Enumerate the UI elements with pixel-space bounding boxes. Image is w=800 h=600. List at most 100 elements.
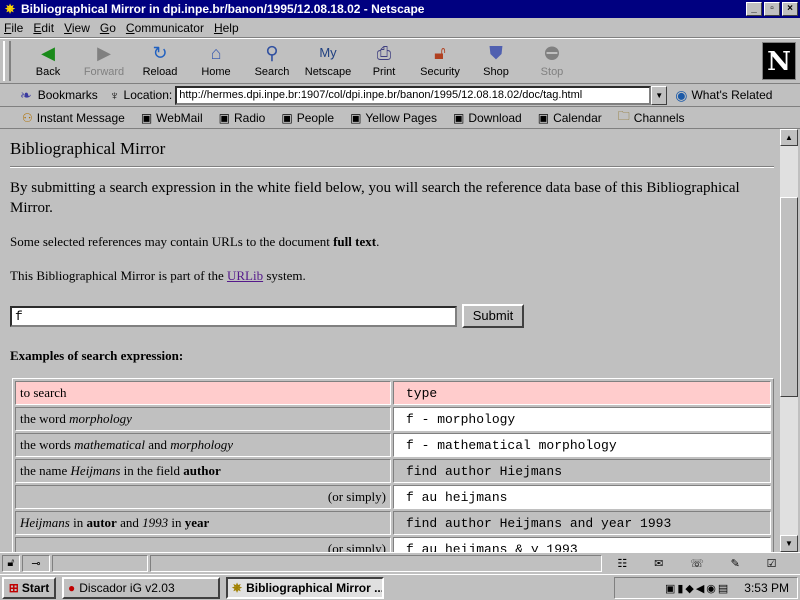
menu-go[interactable]: Go	[100, 21, 116, 35]
example-expression: f - mathematical morphology	[393, 433, 771, 457]
desc-italic: morphology	[69, 411, 132, 426]
netscape-app-icon[interactable]: ✵	[2, 2, 18, 16]
radio-link[interactable]: ▣ Radio	[219, 111, 266, 125]
security-status-icon[interactable]: 🔓︎	[2, 554, 20, 572]
forward-button[interactable]: ▶ Forward	[76, 39, 132, 83]
personal-toolbar: ⚇ Instant Message ▣ WebMail ▣ Radio ▣ People…	[0, 107, 800, 129]
intro-paragraph: By submitting a search expression in the…	[10, 180, 740, 216]
navigator-icon[interactable]: ☷	[617, 557, 627, 570]
connection-status-icon: ⊸	[22, 554, 50, 572]
instant-message-label: Instant Message	[36, 110, 125, 125]
security-button[interactable]: 🔓︎ Security	[412, 39, 468, 83]
ig-icon: ●	[68, 580, 76, 595]
back-arrow-icon: ◀	[41, 43, 55, 63]
bookmark-page-icon: ▣	[140, 110, 153, 125]
webmail-label: WebMail	[156, 110, 203, 125]
calendar-link[interactable]: ▣ Calendar	[538, 111, 602, 125]
download-label: Download	[468, 110, 522, 125]
shopping-bag-icon: ⛊	[489, 43, 503, 63]
urlib-note: This Bibliographical Mirror is part of t…	[10, 268, 306, 284]
maximize-button[interactable]: ▫	[764, 2, 780, 16]
whats-related-label: What's Related	[691, 88, 773, 102]
desc-text: the name	[20, 463, 71, 478]
location-toolbar: ❧ Bookmarks ♆ Location: http://hermes.dp…	[0, 84, 800, 107]
menu-bar: File Edit View Go Communicator Help	[0, 18, 800, 38]
tasks-icon[interactable]: ☑	[767, 557, 777, 570]
menu-communicator[interactable]: Communicator	[126, 21, 204, 35]
desc-bold: author	[183, 463, 221, 478]
example-description: (or simply)	[15, 485, 391, 509]
people-label: People	[296, 110, 335, 125]
discussion-icon[interactable]: ☏	[690, 557, 704, 570]
url-history-dropdown[interactable]: ▼	[651, 85, 668, 105]
task-netscape[interactable]: ✵ Bibliographical Mirror ...	[226, 576, 384, 599]
windows-logo-icon: ⊞	[8, 580, 19, 595]
close-button[interactable]: ×	[782, 2, 798, 16]
menu-file[interactable]: File	[4, 21, 23, 35]
netscape-button[interactable]: My Netscape	[300, 39, 356, 83]
shop-button[interactable]: ⛊ Shop	[468, 39, 524, 83]
urlib-note-suffix: system.	[263, 268, 306, 283]
example-description: (or simply)	[15, 537, 391, 552]
bookmarks-label: Bookmarks	[37, 88, 98, 102]
netscape-logo[interactable]: N	[762, 42, 796, 80]
title-bar[interactable]: ✵ Bibliographical Mirror in dpi.inpe.br/…	[0, 0, 800, 18]
whats-related-button[interactable]: ◉ What's Related	[675, 87, 772, 104]
shop-label: Shop	[483, 66, 509, 78]
stop-button[interactable]: ⛔︎ Stop	[524, 39, 580, 83]
scroll-up-button[interactable]: ▲	[780, 129, 798, 146]
task-discador-label: Discador iG v2.03	[79, 580, 175, 595]
print-button[interactable]: ⎙ Print	[356, 39, 412, 83]
desc-italic: 1993	[142, 515, 169, 530]
back-label: Back	[35, 66, 61, 78]
search-expression-input[interactable]: f	[10, 306, 457, 327]
printer-icon: ⎙	[376, 43, 392, 63]
page-proxy-icon[interactable]: ♆	[110, 88, 120, 103]
security-label: Security	[420, 66, 460, 78]
bookmarks-button[interactable]: ❧ Bookmarks	[20, 87, 98, 104]
toolbar-grip[interactable]	[3, 41, 11, 81]
submit-button[interactable]: Submit	[462, 304, 524, 328]
scroll-down-button[interactable]: ▼	[780, 535, 798, 552]
channels-link[interactable]: 🗀︎ Channels	[618, 107, 685, 128]
scroll-thumb[interactable]	[780, 197, 798, 397]
url-field[interactable]: http://hermes.dpi.inpe.br:1907/col/dpi.i…	[175, 85, 652, 105]
vertical-scrollbar[interactable]: ▲ ▼	[780, 129, 798, 552]
instant-message-link[interactable]: ⚇ Instant Message	[22, 111, 125, 125]
yellow-pages-link[interactable]: ▣ Yellow Pages	[350, 111, 437, 125]
desc-italic: mathematical	[74, 437, 145, 452]
home-button[interactable]: ⌂ Home	[188, 39, 244, 83]
menu-view[interactable]: View	[64, 21, 90, 35]
example-description: the word morphology	[15, 407, 391, 431]
webmail-link[interactable]: ▣ WebMail	[141, 111, 203, 125]
mail-icon[interactable]: ✉	[654, 557, 663, 570]
full-text-note-suffix: .	[376, 234, 380, 249]
composer-icon[interactable]: ✎	[731, 557, 740, 570]
minimize-button[interactable]: _	[746, 2, 762, 16]
examples-table: to search type the word morphology f - m…	[12, 378, 774, 552]
horizontal-rule	[10, 166, 774, 168]
example-description: the name Heijmans in the field author	[15, 459, 391, 483]
table-row: the words mathematical and morphology f …	[15, 433, 771, 457]
example-description: Heijmans in autor and 1993 in year	[15, 511, 391, 535]
search-button[interactable]: ⚲ Search	[244, 39, 300, 83]
task-discador[interactable]: ● Discador iG v2.03	[62, 576, 220, 599]
window-title: Bibliographical Mirror in dpi.inpe.br/ba…	[21, 2, 425, 16]
windows-taskbar: ⊞ Start ● Discador iG v2.03 ✵ Bibliograp…	[0, 574, 800, 600]
netscape-task-icon: ✵	[232, 580, 243, 595]
reload-button[interactable]: ↻ Reload	[132, 39, 188, 83]
tray-icons[interactable]: ▣▮◆◀◉▤	[665, 582, 730, 595]
example-expression: f au heijmans & y 1993	[393, 537, 771, 552]
stop-label: Stop	[540, 66, 564, 78]
menu-edit[interactable]: Edit	[33, 21, 54, 35]
download-link[interactable]: ▣ Download	[453, 111, 522, 125]
example-expression: f au heijmans	[393, 485, 771, 509]
people-link[interactable]: ▣ People	[281, 111, 334, 125]
table-row: Heijmans in autor and 1993 in year find …	[15, 511, 771, 535]
desc-text: the words	[20, 437, 75, 452]
urlib-link[interactable]: URLib	[227, 268, 263, 283]
desc-italic: morphology	[170, 437, 234, 452]
menu-help[interactable]: Help	[214, 21, 239, 35]
back-button[interactable]: ◀ Back	[20, 39, 76, 83]
start-button[interactable]: ⊞ Start	[2, 576, 56, 599]
